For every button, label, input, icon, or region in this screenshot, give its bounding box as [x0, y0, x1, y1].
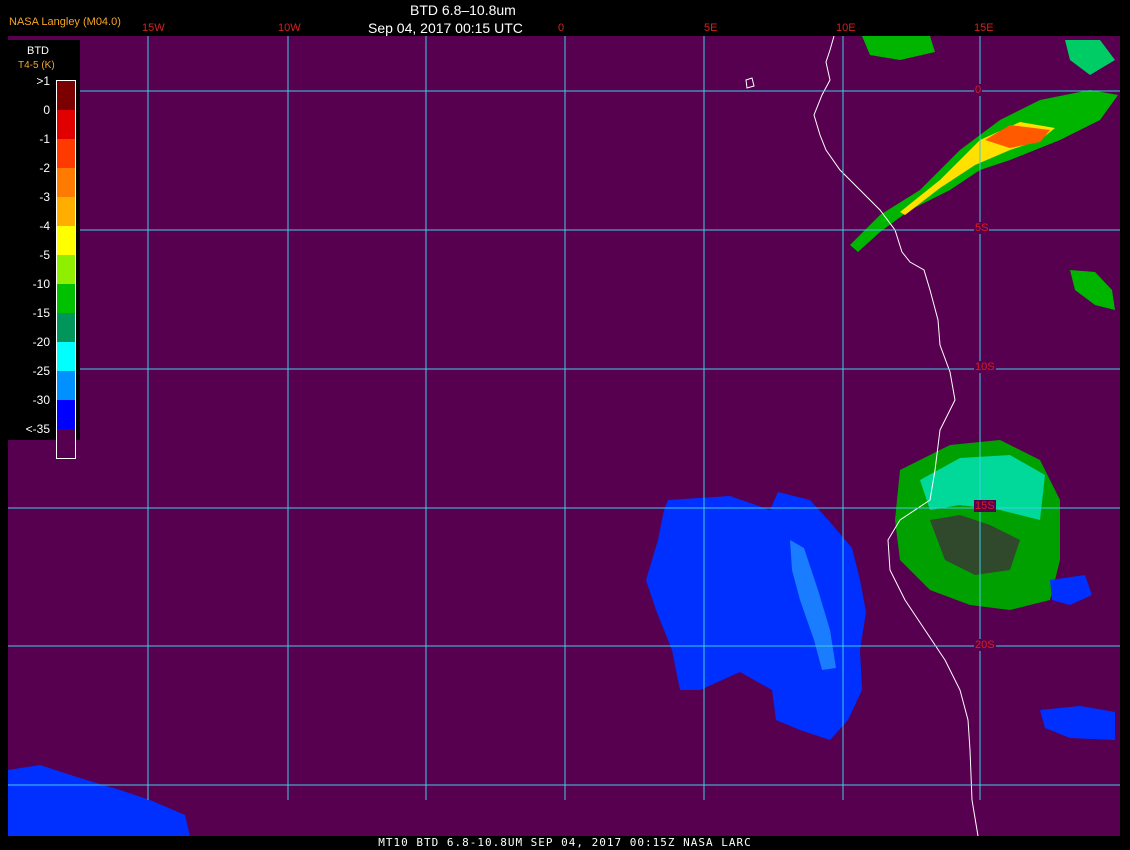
lat-label-20s: 20S: [974, 639, 996, 651]
legend-swatch: [57, 371, 75, 400]
legend-swatch: [57, 429, 75, 458]
lon-label-15e: 15E: [974, 22, 994, 34]
legend-label: -10: [32, 277, 50, 291]
legend-label: -25: [32, 364, 50, 378]
lon-label-0: 0: [558, 22, 565, 34]
legend-swatch: [57, 110, 75, 139]
satellite-map: [8, 35, 1120, 837]
legend-label: -1: [39, 132, 50, 146]
map-title: BTD 6.8–10.8um: [410, 2, 516, 18]
legend-swatch: [57, 284, 75, 313]
legend-label: -20: [32, 335, 50, 349]
footer-caption: MT10 BTD 6.8-10.8UM SEP 04, 2017 00:15Z …: [378, 836, 752, 849]
lat-label-15s: 15S: [974, 500, 996, 512]
legend-label: -30: [32, 393, 50, 407]
map-background: [8, 36, 1120, 836]
color-legend: BTD T4-5 (K) >1 0 -1 -2 -3 -4 -5 -10 -15 -20 -25 -3…: [8, 40, 80, 459]
legend-label: -3: [39, 190, 50, 204]
legend-swatch: [57, 400, 75, 429]
legend-color-bar: [56, 80, 76, 459]
legend-swatch: [57, 168, 75, 197]
legend-label: -4: [39, 219, 50, 233]
map-datetime: Sep 04, 2017 00:15 UTC: [368, 20, 523, 36]
credit-text: NASA Langley (M04.0): [9, 16, 121, 28]
legend-swatch: [57, 197, 75, 226]
lat-label-0: 0: [974, 84, 983, 96]
legend-label: >1: [36, 74, 50, 88]
lat-label-5s: 5S: [974, 222, 990, 234]
lat-label-10s: 10S: [974, 361, 996, 373]
legend-label: -15: [32, 306, 50, 320]
legend-label: 0: [43, 103, 50, 117]
legend-swatch: [57, 226, 75, 255]
legend-title: BTD: [27, 45, 49, 57]
legend-label: -5: [39, 248, 50, 262]
legend-label: <-35: [25, 422, 50, 436]
legend-swatch: [57, 139, 75, 168]
legend-label: -2: [39, 161, 50, 175]
legend-swatch: [57, 313, 75, 342]
legend-subtitle: T4-5 (K): [18, 60, 55, 71]
lon-label-5e: 5E: [704, 22, 718, 34]
lon-label-10w: 10W: [278, 22, 301, 34]
lon-label-15w: 15W: [142, 22, 165, 34]
legend-swatch: [57, 342, 75, 371]
legend-swatch: [57, 81, 75, 110]
legend-swatch: [57, 255, 75, 284]
lon-label-10e: 10E: [836, 22, 856, 34]
